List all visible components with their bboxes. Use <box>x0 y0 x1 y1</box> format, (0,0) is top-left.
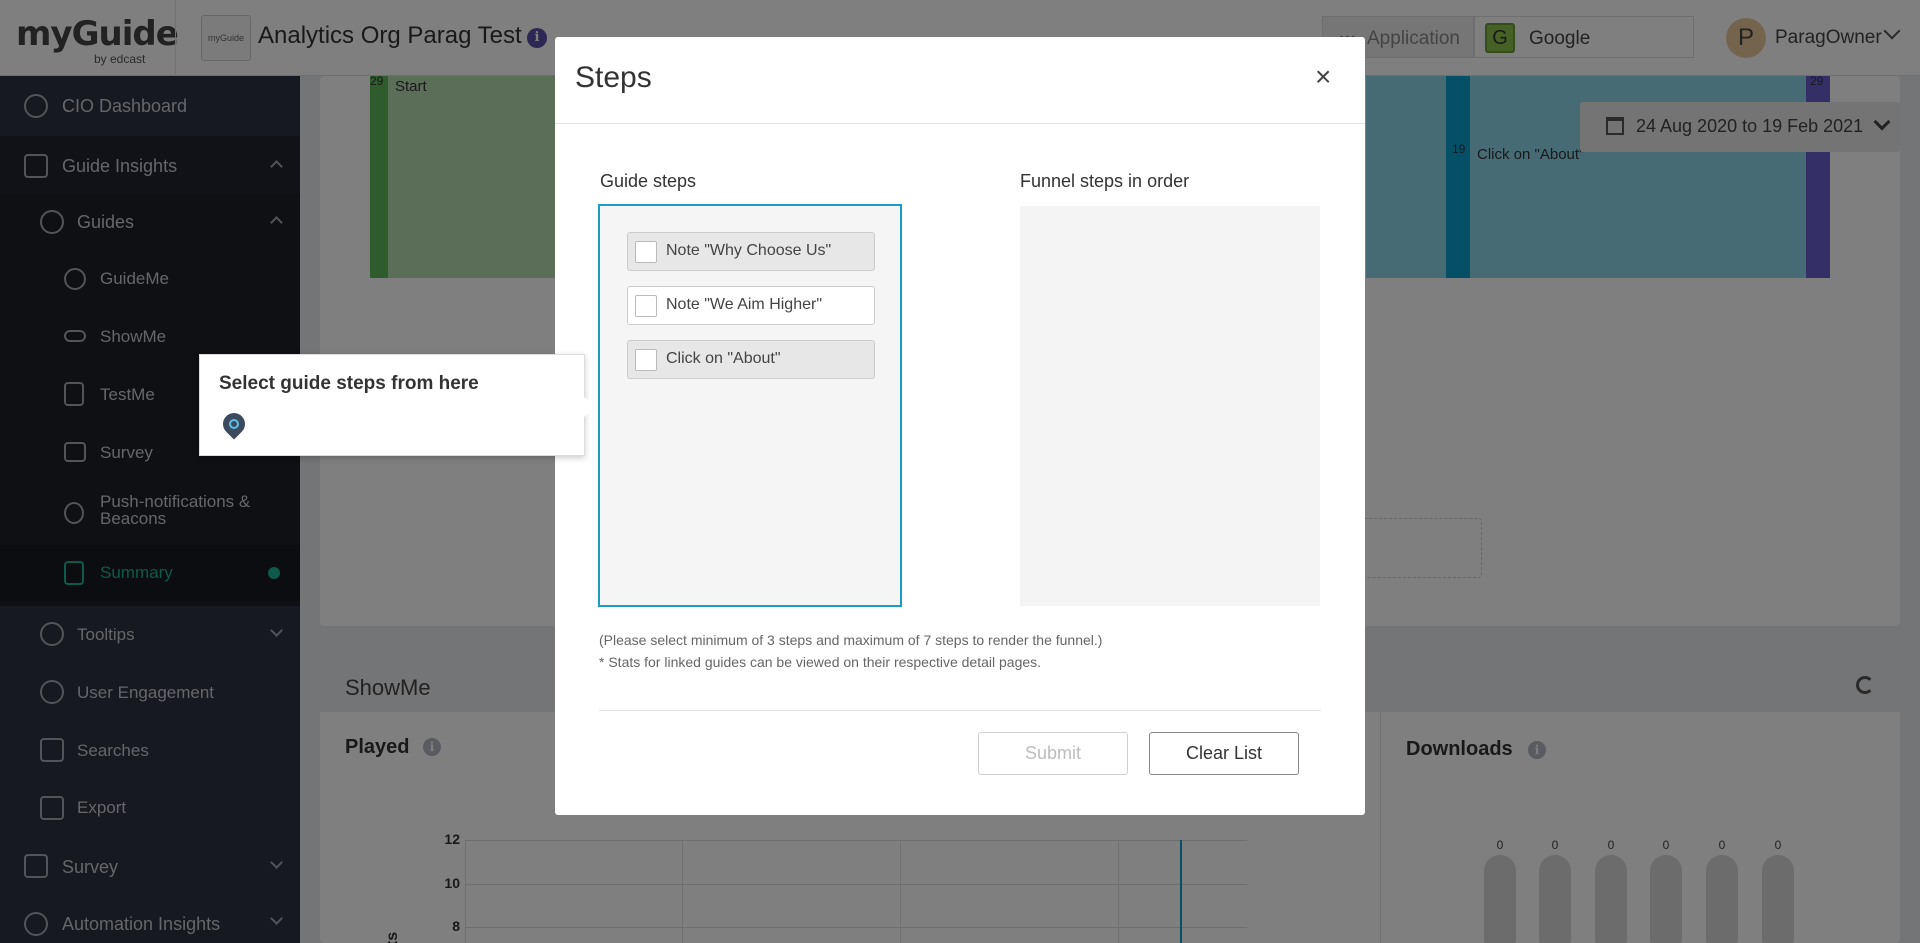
modal-footer-divider <box>599 710 1321 711</box>
step-checkbox[interactable] <box>635 295 657 317</box>
clear-list-button[interactable]: Clear List <box>1149 732 1299 775</box>
funnel-steps-title: Funnel steps in order <box>1020 171 1190 191</box>
steps-modal: Steps × Guide steps Funnel steps in orde… <box>555 37 1365 815</box>
step-label: Note "Why Choose Us" <box>666 242 832 259</box>
step-item-click-on-about[interactable]: Click on "About" <box>627 340 875 379</box>
guide-steps-list[interactable]: Note "Why Choose Us" Note "We Aim Higher… <box>598 204 902 607</box>
selection-hint: (Please select minimum of 3 steps and ma… <box>599 632 1103 648</box>
submit-button[interactable]: Submit <box>978 732 1128 775</box>
step-checkbox[interactable] <box>635 349 657 371</box>
tooltip-text: Select guide steps from here <box>219 373 479 394</box>
modal-divider <box>555 123 1365 124</box>
step-item-we-aim-higher[interactable]: Note "We Aim Higher" <box>627 286 875 325</box>
modal-title: Steps <box>575 61 652 94</box>
guide-tooltip: Select guide steps from here <box>199 354 596 456</box>
step-item-why-choose-us[interactable]: Note "Why Choose Us" <box>627 232 875 271</box>
funnel-steps-list[interactable] <box>1020 206 1320 606</box>
linked-guides-note: * Stats for linked guides can be viewed … <box>599 654 1042 670</box>
myguide-pin-icon[interactable] <box>218 408 250 440</box>
pin-inner <box>229 419 239 429</box>
guide-steps-title: Guide steps <box>600 171 697 191</box>
step-checkbox[interactable] <box>635 241 657 263</box>
step-label: Click on "About" <box>666 350 781 367</box>
step-label: Note "We Aim Higher" <box>666 296 823 313</box>
close-icon[interactable]: × <box>1315 61 1331 93</box>
